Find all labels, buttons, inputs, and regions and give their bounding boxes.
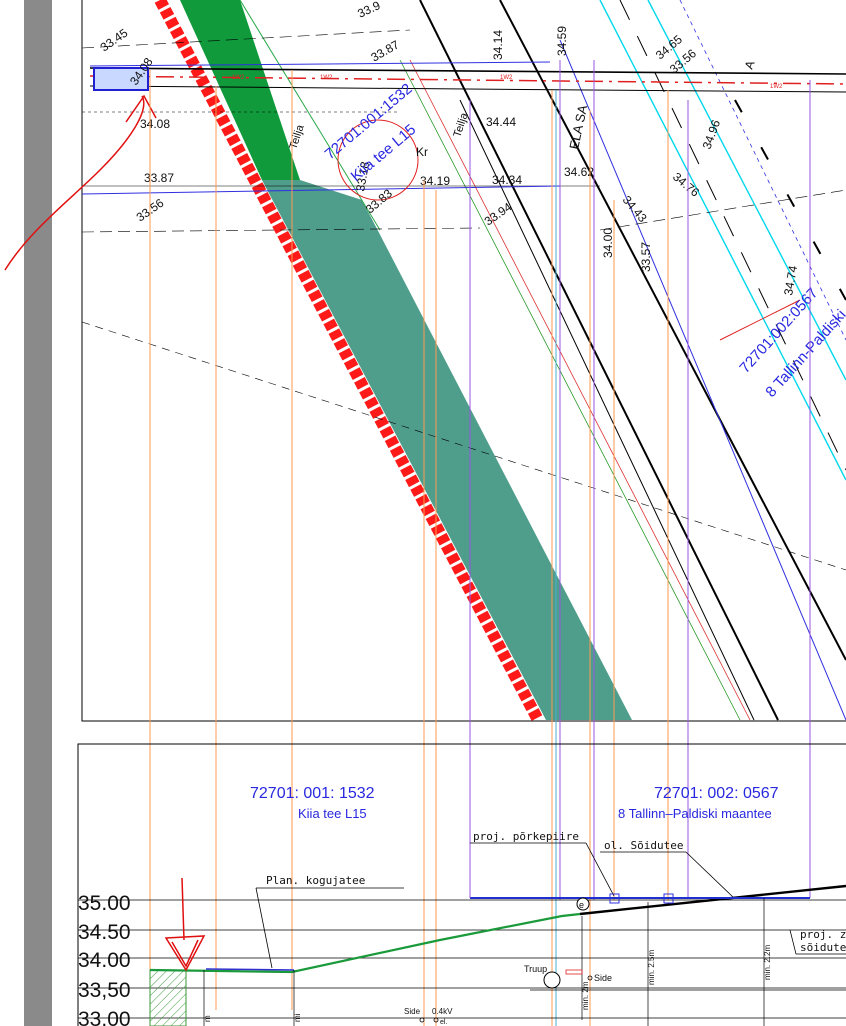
label-min2: min. 2m [581,981,590,1010]
elevation-label: 33.83 [363,186,395,216]
elevation-label: 34.00 [601,228,615,258]
elevation-label: 34.44 [486,115,516,129]
label-min22: min. 2.2m [763,945,772,980]
truup-pipe [543,971,561,989]
label-truup: Truup [524,964,547,974]
pipe-edge-blue [89,61,551,67]
label-plan-kogujatee: Plan. kogujatee [266,874,365,887]
label-side-2: Side [404,1007,421,1016]
ground-profile-line [149,912,581,974]
label-side-1: Side [594,973,612,983]
ground-hatch [149,969,187,1026]
label-proj-soidutee-2: sõidute [800,941,846,954]
elevation-label: 34.43 [620,193,650,225]
label-teilja: Teilja [287,123,306,151]
elevation-label: 33.87 [144,171,174,185]
label-porkepiire: proj. põrkepiire [473,830,579,843]
elev-scale-label: 34.50 [78,921,131,944]
label-mi: mi [293,1013,302,1022]
elevation-label: 34.96 [700,118,724,151]
elevation-label: 34.14 [491,30,505,60]
drawing-canvas: 1W2 1W2 1W2 1W2 33.45 34.08 33.87 33.87 … [0,0,846,1026]
elev-scale-label: 34.00 [78,949,131,972]
blue-diag-line-2 [679,0,846,341]
plan-road-surface [205,968,295,971]
elevation-label: 34.59 [555,26,569,56]
plan-parcel-right-name: 8 Tallinn-Paldiski [762,306,846,400]
plan-parcel-left-code: 72701:001:1532 [322,80,416,163]
circle-marker-label: e [579,900,584,910]
label-min25: min. 2.5m [647,950,656,985]
road-corridor-teal [262,180,632,720]
plan-view: 1W2 1W2 1W2 1W2 33.45 34.08 33.87 33.87 … [4,0,846,723]
elev-scale-label: 33,50 [78,979,131,1002]
viewer-side-bar [24,0,52,1026]
elevation-label: 33.45 [98,26,131,55]
elevation-label: 33.87 [369,37,402,64]
elevation-label: 34.34 [492,173,522,187]
elevation-label: 34.74 [781,264,800,296]
label-soidutee: ol. Sõidutee [604,839,683,852]
label-el: el. [440,1019,447,1026]
label-a: A [742,59,758,71]
elevation-label: 33.57 [639,242,653,272]
label-m: m [203,1015,212,1022]
annotation-arrow-profile [164,877,206,972]
elev-scale-label: 35.00 [78,892,131,915]
profile-parcel-right-code: 72701: 002: 0567 [654,785,779,802]
profile-parcel-right-name: 8 Tallinn–Paldiski maantee [618,806,772,821]
road-edges [419,0,846,721]
label-04kv: 0.4kV [432,1007,453,1016]
pipe-label-1: 1W2 [232,75,245,81]
elevation-label: 33.9 [355,0,382,21]
viewer-margin [0,0,24,1026]
red-boundary-line [154,0,544,723]
elev-scale-label: 33.00 [78,1008,131,1026]
label-kr: Kr [416,145,428,159]
elevation-label: 34.08 [140,117,170,131]
profile-parcel-left-code: 72701: 001: 1532 [250,785,375,802]
label-elasa: ELA SA [566,103,590,150]
profile-view: 72701: 001: 1532 Kiia tee L15 72701: 002… [77,743,846,1026]
elevation-label: 34.19 [420,174,450,188]
pipe-label-4: 1W2 [770,84,783,90]
elevation-label: 34.76 [670,170,702,200]
pipe-label-2: 1W2 [320,75,333,81]
label-teilja-2: Teilja [451,111,470,139]
profile-parcel-left-name: Kiia tee L15 [298,806,367,821]
pipe-label-3: 1W2 [500,75,513,81]
